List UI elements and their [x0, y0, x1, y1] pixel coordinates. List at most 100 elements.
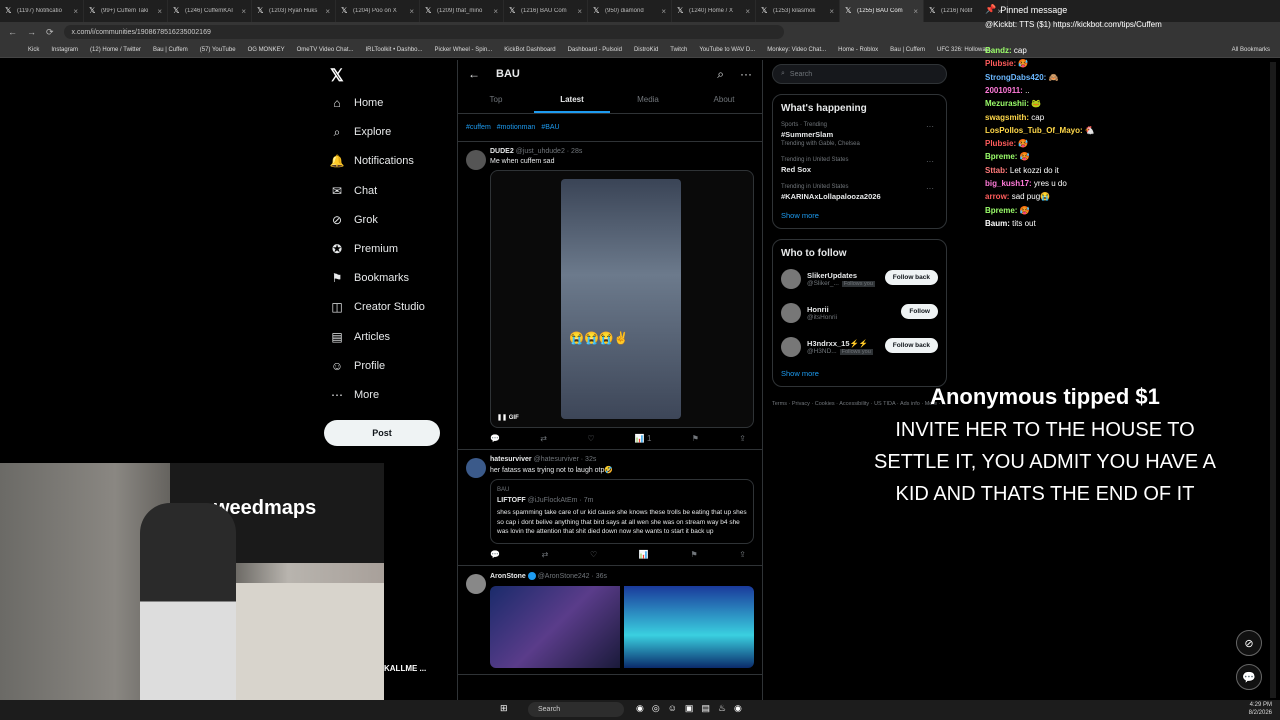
show-more-link[interactable]: Show more — [781, 211, 938, 220]
tab-close-icon[interactable]: × — [493, 7, 498, 16]
back-arrow-icon[interactable]: ← — [468, 67, 480, 81]
bookmark-item[interactable]: Dashboard - Pulsoid — [568, 47, 622, 53]
chat-username[interactable]: LosPollos_Tub_Of_Mayo: — [985, 126, 1083, 135]
folder-icon[interactable]: ▤ — [701, 703, 710, 714]
trend-item[interactable]: Trending in United States Red Sox ··· — [781, 157, 938, 174]
reply-icon[interactable]: 💬 — [490, 550, 500, 559]
discord-icon[interactable]: ☺ — [668, 703, 677, 714]
bookmark-item[interactable]: OG MONKEY — [248, 47, 285, 53]
avatar[interactable] — [466, 573, 486, 594]
chat-username[interactable]: big_kush17: — [985, 179, 1032, 188]
follow-suggestion[interactable]: H3ndrxx_15⚡⚡ @H3ND... Follows you Follow ba… — [781, 335, 938, 359]
chat-username[interactable]: Bandz: — [985, 46, 1012, 55]
bookmark-icon[interactable]: ⚑ — [692, 434, 699, 443]
bookmark-icon[interactable]: ⚑ — [690, 550, 697, 559]
retweet-icon[interactable]: ⇄ — [540, 434, 547, 443]
tweet-author[interactable]: DUDE2 — [490, 148, 514, 155]
more-options-icon[interactable]: ··· — [926, 184, 934, 193]
like-icon[interactable]: ♡ — [590, 550, 597, 559]
forward-icon[interactable]: → — [27, 27, 36, 37]
nav-chat[interactable]: ✉ Chat — [330, 184, 377, 198]
more-options-icon[interactable]: ··· — [926, 157, 934, 166]
chat-username[interactable]: Sttab: — [985, 166, 1008, 175]
bookmark-item[interactable]: Home - Roblox — [838, 47, 878, 53]
browser-tab[interactable]: 𝕏 (1240) Home / X × — [672, 0, 756, 22]
bookmark-item[interactable]: Picker Wheel - Spin... — [435, 47, 493, 53]
browser-tab[interactable]: 𝕏 (1255) BAU Com × — [840, 0, 924, 22]
obs-icon[interactable]: ◎ — [652, 703, 660, 714]
bookmark-item[interactable]: KickBot Dashboard — [504, 47, 555, 53]
tweet[interactable]: DUDE2 @just_uhdude2 · 28s Me when cuffem… — [458, 142, 762, 450]
browser-tab[interactable]: 𝕏 (1204) Poo on X × — [336, 0, 420, 22]
steam-icon[interactable]: ♨ — [718, 703, 726, 714]
tweet-image[interactable] — [624, 585, 754, 668]
browser-tab[interactable]: 𝕏 (1197) Notificatio × — [0, 0, 84, 22]
nav-notifications[interactable]: 🔔 Notifications — [330, 154, 414, 168]
tweet-gif[interactable]: 😭😭😭✌ ❚❚ GIF — [490, 170, 754, 428]
chrome-alt-icon[interactable]: ◉ — [734, 703, 742, 714]
chat-username[interactable]: Plubsie: — [985, 139, 1016, 148]
tweet-author[interactable]: hatesurviver — [490, 456, 532, 463]
browser-tab[interactable]: 𝕏 (1253) kilasmok × — [756, 0, 840, 22]
tab-close-icon[interactable]: × — [829, 7, 834, 16]
trend-item[interactable]: Sports · Trending #SummerSlam Trending wit… — [781, 122, 938, 147]
reload-icon[interactable]: ⟳ — [46, 27, 54, 38]
back-icon[interactable]: ← — [8, 27, 17, 37]
chat-username[interactable]: StrongDabs420: — [985, 73, 1046, 82]
chat-username[interactable]: arrow: — [985, 192, 1009, 201]
follow-button[interactable]: Follow back — [884, 338, 938, 353]
tab-latest[interactable]: Latest — [534, 88, 610, 113]
search-icon[interactable]: ⌕ — [717, 67, 724, 82]
bookmark-item[interactable]: Twitch — [670, 47, 687, 53]
bookmark-item[interactable]: Instagram — [51, 47, 78, 53]
tab-close-icon[interactable]: × — [157, 7, 162, 16]
nav-home[interactable]: ⌂ Home — [330, 96, 383, 110]
chat-username[interactable]: Bpreme: — [985, 206, 1017, 215]
tab-top[interactable]: Top — [458, 88, 534, 113]
bookmark-item[interactable]: YouTube to WAV D... — [699, 47, 755, 53]
tab-close-icon[interactable]: × — [577, 7, 582, 16]
chat-username[interactable]: Mezurashii: — [985, 99, 1029, 108]
bookmark-item[interactable]: (12) Home / Twitter — [90, 47, 141, 53]
nav-explore[interactable]: ⌕ Explore — [330, 125, 392, 139]
browser-tab[interactable]: 𝕏 (1216) BAU Com × — [504, 0, 588, 22]
avatar[interactable] — [466, 150, 486, 170]
tweet-image[interactable] — [490, 585, 620, 668]
follow-suggestion[interactable]: Honrii @itsHonrii Follow — [781, 301, 938, 325]
follow-suggestion[interactable]: SlikerUpdates @Sliker_... Follows you Follo… — [781, 267, 938, 291]
tweet-author[interactable]: AronStone — [490, 572, 526, 579]
x-logo-icon[interactable]: 𝕏 — [330, 66, 344, 86]
follow-button[interactable]: Follow back — [884, 270, 938, 285]
views-icon[interactable]: 📊 — [639, 550, 649, 559]
tab-close-icon[interactable]: × — [661, 7, 666, 16]
browser-tab[interactable]: 𝕏 (1203) Ryan Huks × — [252, 0, 336, 22]
more-options-icon[interactable]: ··· — [740, 67, 752, 81]
windows-start-icon[interactable]: ⊞ — [500, 703, 508, 714]
follow-button[interactable]: Follow — [901, 304, 938, 319]
views-count[interactable]: 📊 1 — [635, 434, 652, 443]
nav-articles[interactable]: ▤ Articles — [330, 330, 390, 344]
grok-float-icon[interactable]: ⊘ — [1236, 630, 1262, 656]
avatar[interactable] — [781, 269, 801, 289]
tab-close-icon[interactable]: × — [325, 7, 330, 16]
search-input[interactable]: ⌕ Search — [772, 64, 947, 84]
hashtag-link[interactable]: #motionman — [497, 124, 536, 131]
bookmark-item[interactable]: OmeTV Video Chat... — [297, 47, 354, 53]
nav-premium[interactable]: ✪ Premium — [330, 242, 398, 256]
tweet[interactable]: AronStone @AronStone242 · 36s — [458, 566, 762, 675]
retweet-icon[interactable]: ⇄ — [542, 550, 549, 559]
tab-close-icon[interactable]: × — [409, 7, 414, 16]
tab-about[interactable]: About — [686, 88, 762, 113]
tab-close-icon[interactable]: × — [241, 7, 246, 16]
tab-close-icon[interactable]: × — [745, 7, 750, 16]
chat-username[interactable]: 20010911: — [985, 86, 1023, 95]
share-icon[interactable]: ⇪ — [739, 550, 746, 559]
bookmark-item[interactable]: DistroKid — [634, 47, 658, 53]
bookmark-item[interactable]: Monkey: Video Chat... — [767, 47, 826, 53]
bookmark-item[interactable]: Bau | Cuffem — [890, 47, 925, 53]
nav-creator-studio[interactable]: ◫ Creator Studio — [330, 300, 425, 314]
avatar[interactable] — [466, 458, 486, 478]
browser-tab[interactable]: 𝕏 (1209) that_mino × — [420, 0, 504, 22]
browser-tab[interactable]: 𝕏 (950) diamond × — [588, 0, 672, 22]
more-options-icon[interactable]: ··· — [926, 122, 934, 131]
